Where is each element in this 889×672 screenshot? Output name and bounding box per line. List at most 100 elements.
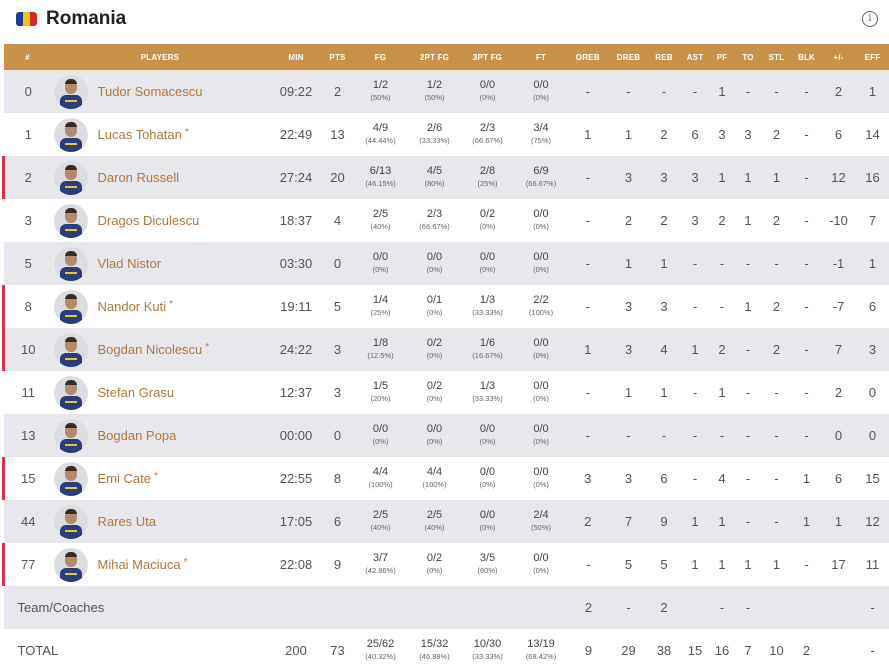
player-ft: 0/0 (0%) [516, 328, 567, 371]
coaches-stl [761, 586, 793, 629]
player-fg-made-attempted: 1/8 [372, 337, 389, 349]
player-eff: 15 [865, 471, 880, 486]
player-row: 0 Tudor Somacescu 09:22 2 1/2 (50%) 1/2 (50%) 0/… [3, 70, 889, 113]
column-header-2pt-fg[interactable]: 2PT FG [410, 44, 460, 70]
player-3pt-fg: 0/2 (0%) [460, 199, 516, 242]
player-minutes: 24:22 [279, 342, 313, 357]
player-3pt-fg: 3/5 (60%) [460, 543, 516, 586]
column-header-ast[interactable]: AST [682, 44, 709, 70]
player-blk: - [804, 385, 809, 400]
column-header-min[interactable]: MIN [269, 44, 324, 70]
player-cell[interactable]: Dragos Diculescu [52, 199, 269, 242]
player-eff: 6 [868, 299, 877, 314]
column-header-pf[interactable]: PF [709, 44, 736, 70]
column-header-reb[interactable]: REB [647, 44, 682, 70]
player-name-link[interactable]: Rares Uta [98, 514, 160, 529]
column-header-ft[interactable]: FT [516, 44, 567, 70]
player-3pt-fg-percentage: (0%) [479, 93, 496, 102]
column-header-to[interactable]: TO [736, 44, 761, 70]
player-2pt-fg-percentage: (0%) [426, 351, 443, 360]
player-name-link[interactable]: Mihai Maciuca * [98, 557, 188, 572]
player-dreb: 1 [624, 127, 633, 142]
player-2pt-fg-made-attempted: 2/5 [426, 509, 443, 521]
player-name-link[interactable]: Nandor Kuti * [98, 299, 174, 314]
player-cell[interactable]: Bogdan Nicolescu * [52, 328, 269, 371]
player-name-link[interactable]: Daron Russell [98, 170, 183, 185]
column-header-stl[interactable]: STL [761, 44, 793, 70]
player-ft-percentage: (100%) [528, 308, 554, 317]
column-header-3pt-fg[interactable]: 3PT FG [460, 44, 516, 70]
column-header-plus-minus[interactable]: +/- [821, 44, 857, 70]
column-header-eff[interactable]: EFF [857, 44, 889, 70]
player-ast: 1 [691, 342, 699, 357]
player-cell[interactable]: Stefan Grasu [52, 371, 269, 414]
column-header-blk[interactable]: BLK [793, 44, 821, 70]
player-blk: - [804, 428, 809, 443]
player-2pt-fg: 0/2 (0%) [410, 328, 460, 371]
player-cell[interactable]: Lucas Tohatan * [52, 113, 269, 156]
player-2pt-fg-made-attempted: 4/4 [426, 466, 443, 478]
player-cell[interactable]: Emi Cate * [52, 457, 269, 500]
column-header-pts[interactable]: PTS [324, 44, 352, 70]
player-3pt-fg-percentage: (33.33%) [472, 394, 503, 403]
player-oreb: - [585, 256, 590, 271]
player-name-link[interactable]: Vlad Nistor [98, 256, 165, 271]
player-eff: 1 [868, 256, 877, 271]
player-name-link[interactable]: Emi Cate * [98, 471, 158, 486]
total-blk: 2 [802, 643, 811, 658]
player-pm: 2 [834, 84, 843, 99]
player-dreb: 3 [624, 299, 633, 314]
player-2pt-fg-percentage: (0%) [426, 566, 443, 575]
player-avatar [53, 203, 88, 238]
player-2pt-fg: 1/2 (50%) [410, 70, 460, 113]
player-stl: - [774, 471, 779, 486]
player-reb: 4 [660, 342, 668, 357]
player-ast: 3 [691, 170, 699, 185]
player-cell[interactable]: Daron Russell [52, 156, 269, 199]
player-name: Nandor Kuti [97, 299, 167, 314]
player-cell[interactable]: Tudor Somacescu [52, 70, 269, 113]
column-header-number[interactable]: # [4, 44, 52, 70]
player-name: Lucas Tohatan [97, 127, 182, 142]
player-name-link[interactable]: Tudor Somacescu [98, 84, 206, 99]
player-name-link[interactable]: Bogdan Popa [98, 428, 180, 443]
column-header-dreb[interactable]: DREB [611, 44, 647, 70]
player-points: 20 [330, 170, 345, 185]
player-cell[interactable]: Vlad Nistor [52, 242, 269, 285]
info-icon[interactable]: i [862, 11, 878, 27]
player-name-link[interactable]: Stefan Grasu [98, 385, 178, 400]
player-fg-made-attempted: 2/5 [372, 509, 389, 521]
player-stl: - [774, 385, 779, 400]
player-dreb: 5 [624, 557, 633, 572]
player-stl: - [774, 256, 779, 271]
team-header: Romania i [0, 0, 889, 42]
column-header-fg[interactable]: FG [352, 44, 410, 70]
player-points: 13 [330, 127, 345, 142]
column-header-oreb[interactable]: OREB [567, 44, 611, 70]
player-name-link[interactable]: Bogdan Nicolescu * [98, 342, 210, 357]
player-row: 3 Dragos Diculescu 18:37 4 2/5 (40%) 2/3 (66.67… [3, 199, 889, 242]
player-cell[interactable]: Bogdan Popa [52, 414, 269, 457]
coaches-pm [821, 586, 857, 629]
player-pm: 1 [834, 514, 843, 529]
player-name-link[interactable]: Dragos Diculescu [98, 213, 203, 228]
total-ft-made-attempted: 13/19 [527, 638, 555, 650]
player-name: Bogdan Nicolescu [97, 342, 203, 357]
coaches-to: - [745, 600, 751, 615]
player-fg-percentage: (20%) [370, 394, 391, 403]
player-name-link[interactable]: Lucas Tohatan * [98, 127, 189, 142]
player-reb: 2 [660, 213, 668, 228]
player-to: - [745, 514, 751, 529]
player-pf: 1 [718, 84, 726, 99]
player-cell[interactable]: Mihai Maciuca * [52, 543, 269, 586]
coaches-blk [793, 586, 821, 629]
player-cell[interactable]: Nandor Kuti * [52, 285, 269, 328]
player-name: Tudor Somacescu [97, 84, 203, 99]
player-cell[interactable]: Rares Uta [52, 500, 269, 543]
player-row: 10 Bogdan Nicolescu * 24:22 3 1/8 (12.5%) 0/2 (0… [2, 328, 889, 371]
player-ft-made-attempted: 0/0 [533, 337, 549, 349]
total-row: TOTAL 200 73 25/62 (40.32%) 15/32 (46.88%) 10/3… [3, 629, 889, 672]
column-header-players[interactable]: PLAYERS [52, 44, 269, 70]
player-number: 13 [21, 428, 36, 443]
player-stl: 1 [772, 557, 781, 572]
